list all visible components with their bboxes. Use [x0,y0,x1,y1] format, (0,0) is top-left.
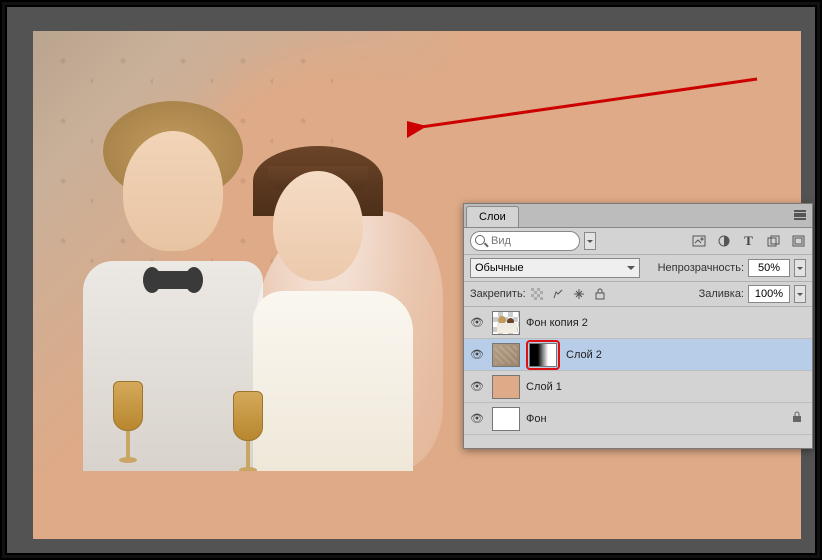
layer-thumb[interactable] [492,311,520,335]
fill-dropdown[interactable] [794,285,806,303]
filter-shape-icon[interactable] [766,234,781,249]
opacity-dropdown[interactable] [794,259,806,277]
lock-label: Закрепить: [470,288,526,300]
layer-thumb[interactable] [492,375,520,399]
layer-mask-highlight[interactable] [526,340,560,370]
filter-pixel-icon[interactable] [691,234,706,249]
blend-mode-select[interactable]: Обычные [470,258,640,278]
lock-pixels-icon[interactable] [551,287,566,302]
visibility-icon[interactable]: 👁 [468,380,486,393]
layers-panel: Слои T Обычные Непрозрачность: 50% [463,203,813,449]
lock-row: Закрепить: Заливка: 100% [464,282,812,307]
visibility-icon[interactable]: 👁 [468,412,486,425]
lock-transparency-icon[interactable] [530,287,545,302]
fill-label: Заливка: [699,288,744,300]
lock-position-icon[interactable] [572,287,587,302]
layers-list: 👁 Фон копия 2 👁 Слой 2 👁 Слой 1 👁 Фон [464,307,812,448]
app-frame: Слои T Обычные Непрозрачность: 50% [2,2,820,558]
composite-image [33,31,453,471]
filter-dropdown[interactable] [584,232,596,250]
visibility-icon[interactable]: 👁 [468,348,486,361]
opacity-input[interactable]: 50% [748,259,790,277]
layer-row[interactable]: 👁 Фон [464,403,812,435]
panel-tabbar: Слои [464,204,812,228]
layer-name[interactable]: Слой 2 [566,349,602,361]
filter-smart-icon[interactable] [791,234,806,249]
layer-row[interactable]: 👁 Слой 2 [464,339,812,371]
lock-all-icon[interactable] [593,287,608,302]
visibility-icon[interactable]: 👁 [468,316,486,329]
layer-thumb[interactable] [492,343,520,367]
layer-name[interactable]: Фон [526,413,547,425]
layer-thumb[interactable] [492,407,520,431]
layer-filter-input[interactable] [470,231,580,251]
filter-row: T [464,228,812,255]
canvas-workspace: Слои T Обычные Непрозрачность: 50% [7,7,815,553]
tab-layers[interactable]: Слои [466,206,519,227]
opacity-label: Непрозрачность: [658,262,744,274]
panel-menu-icon[interactable] [792,208,808,222]
blend-row: Обычные Непрозрачность: 50% [464,255,812,282]
layer-row[interactable]: 👁 Фон копия 2 [464,307,812,339]
filter-type-icon[interactable]: T [741,234,756,249]
lock-icon [792,411,802,426]
search-icon [475,235,485,245]
layer-name[interactable]: Слой 1 [526,381,562,393]
layer-name[interactable]: Фон копия 2 [526,317,588,329]
layer-row[interactable]: 👁 Слой 1 [464,371,812,403]
layer-mask-thumb[interactable] [529,343,557,367]
filter-adjust-icon[interactable] [716,234,731,249]
fill-input[interactable]: 100% [748,285,790,303]
